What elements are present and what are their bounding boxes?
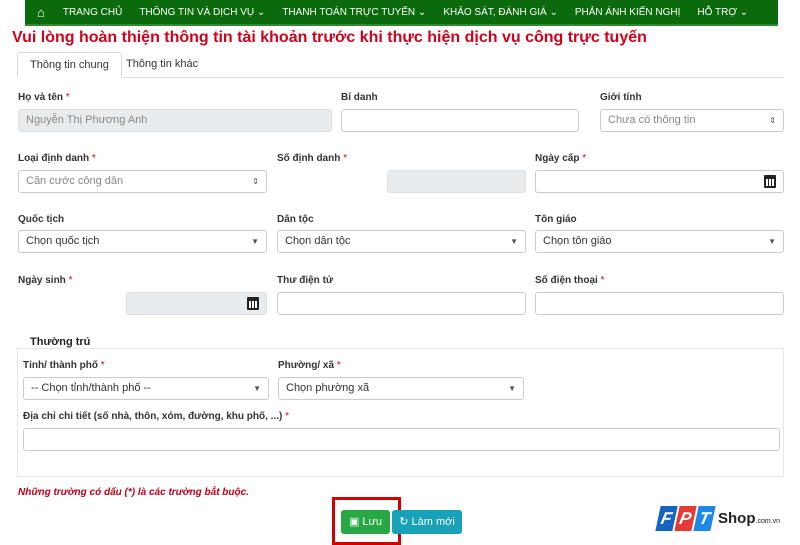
required-note: Những trường có dấu (*) là các trường bắ… [18, 487, 249, 498]
ho-ten-input[interactable]: Nguyễn Thị Phương Anh [18, 109, 332, 132]
phuong-select[interactable]: Chọn phường xã ▼ [278, 377, 524, 400]
label-email: Thư điện tử [277, 275, 334, 286]
label-dia-chi: Địa chỉ chi tiết (số nhà, thôn, xóm, đườ… [23, 411, 290, 422]
so-dinh-danh-input[interactable] [387, 170, 526, 193]
tab-thong-tin-chung[interactable]: Thông tin chung [17, 52, 122, 78]
nav-phan-anh[interactable]: PHẢN ÁNH KIẾN NGHỊ [575, 7, 681, 18]
caret-down-icon: ▼ [253, 384, 261, 393]
label-bi-danh: Bí danh [341, 92, 378, 103]
email-input[interactable] [277, 292, 526, 315]
label-ngay-sinh: Ngày sinh * [18, 275, 73, 286]
page-title: Vui lòng hoàn thiện thông tin tài khoản … [12, 29, 647, 46]
label-ton-giao: Tôn giáo [535, 214, 577, 225]
thuong-tru-legend: Thường trú [26, 336, 95, 348]
caret-down-icon: ▼ [510, 237, 518, 246]
label-ho-ten: Họ và tên * [18, 92, 70, 103]
save-button[interactable]: ▣ Lưu [341, 510, 390, 534]
home-icon[interactable]: ⌂ [37, 5, 45, 20]
calendar-icon[interactable] [247, 297, 259, 310]
nav-trang-chu[interactable]: TRANG CHỦ [63, 7, 122, 18]
label-ngay-cap: Ngày cấp * [535, 153, 587, 164]
chevron-down-icon: ⌄ [739, 6, 749, 18]
caret-down-icon: ▼ [251, 237, 259, 246]
chevron-down-icon: ⌄ [256, 6, 266, 18]
tinh-select[interactable]: -- Chọn tỉnh/thành phố -- ▼ [23, 377, 269, 400]
floppy-icon: ▣ [348, 516, 360, 528]
nav-thong-tin-dich-vu[interactable]: THÔNG TIN VÀ DỊCH VỤ ⌄ [139, 7, 265, 18]
dia-chi-input[interactable] [23, 428, 780, 451]
ton-giao-select[interactable]: Chọn tôn giáo ▼ [535, 230, 784, 253]
caret-down-icon: ▼ [768, 237, 776, 246]
label-quoc-tich: Quốc tịch [18, 214, 65, 225]
top-navigation: ⌂ TRANG CHỦ THÔNG TIN VÀ DỊCH VỤ ⌄ THANH… [25, 0, 778, 26]
label-sdt: Số điện thoại * [535, 275, 605, 286]
updown-icon: ⇕ [252, 177, 259, 186]
label-phuong: Phường/ xã * [278, 360, 341, 371]
calendar-icon[interactable] [764, 175, 776, 188]
nav-ho-tro[interactable]: HỖ TRỢ ⌄ [697, 7, 748, 18]
bi-danh-input[interactable] [341, 109, 579, 132]
dan-toc-select[interactable]: Chọn dân tộc ▼ [277, 230, 526, 253]
label-gioi-tinh: Giới tính [600, 92, 642, 103]
label-loai-dinh-danh: Loại định danh * [18, 153, 96, 164]
label-so-dinh-danh: Số định danh * [277, 153, 348, 164]
caret-down-icon: ▼ [508, 384, 516, 393]
nav-khao-sat[interactable]: KHẢO SÁT, ĐÁNH GIÁ ⌄ [443, 7, 558, 18]
quoc-tich-select[interactable]: Chọn quốc tịch ▼ [18, 230, 267, 253]
ngay-cap-input[interactable] [535, 170, 784, 193]
chevron-down-icon: ⌄ [417, 6, 427, 18]
gioi-tinh-select[interactable]: Chưa có thông tin ⇕ [600, 109, 784, 132]
nav-thanh-toan[interactable]: THANH TOÁN TRỰC TUYẾN ⌄ [282, 7, 426, 18]
reset-button[interactable]: ↻ Làm mới [392, 510, 462, 534]
chevron-down-icon: ⌄ [549, 6, 558, 18]
label-tinh: Tỉnh/ thành phố * [23, 360, 105, 371]
tab-thong-tin-khac[interactable]: Thông tin khác [114, 52, 210, 78]
ngay-sinh-input[interactable] [126, 292, 267, 315]
fpt-shop-logo: F P T Shop .com.vn [655, 506, 780, 531]
updown-icon: ⇕ [769, 116, 776, 125]
sdt-input[interactable] [535, 292, 784, 315]
label-dan-toc: Dân tộc [277, 214, 314, 225]
refresh-icon: ↻ [399, 516, 409, 528]
loai-dinh-danh-select[interactable]: Căn cước công dân ⇕ [18, 170, 267, 193]
